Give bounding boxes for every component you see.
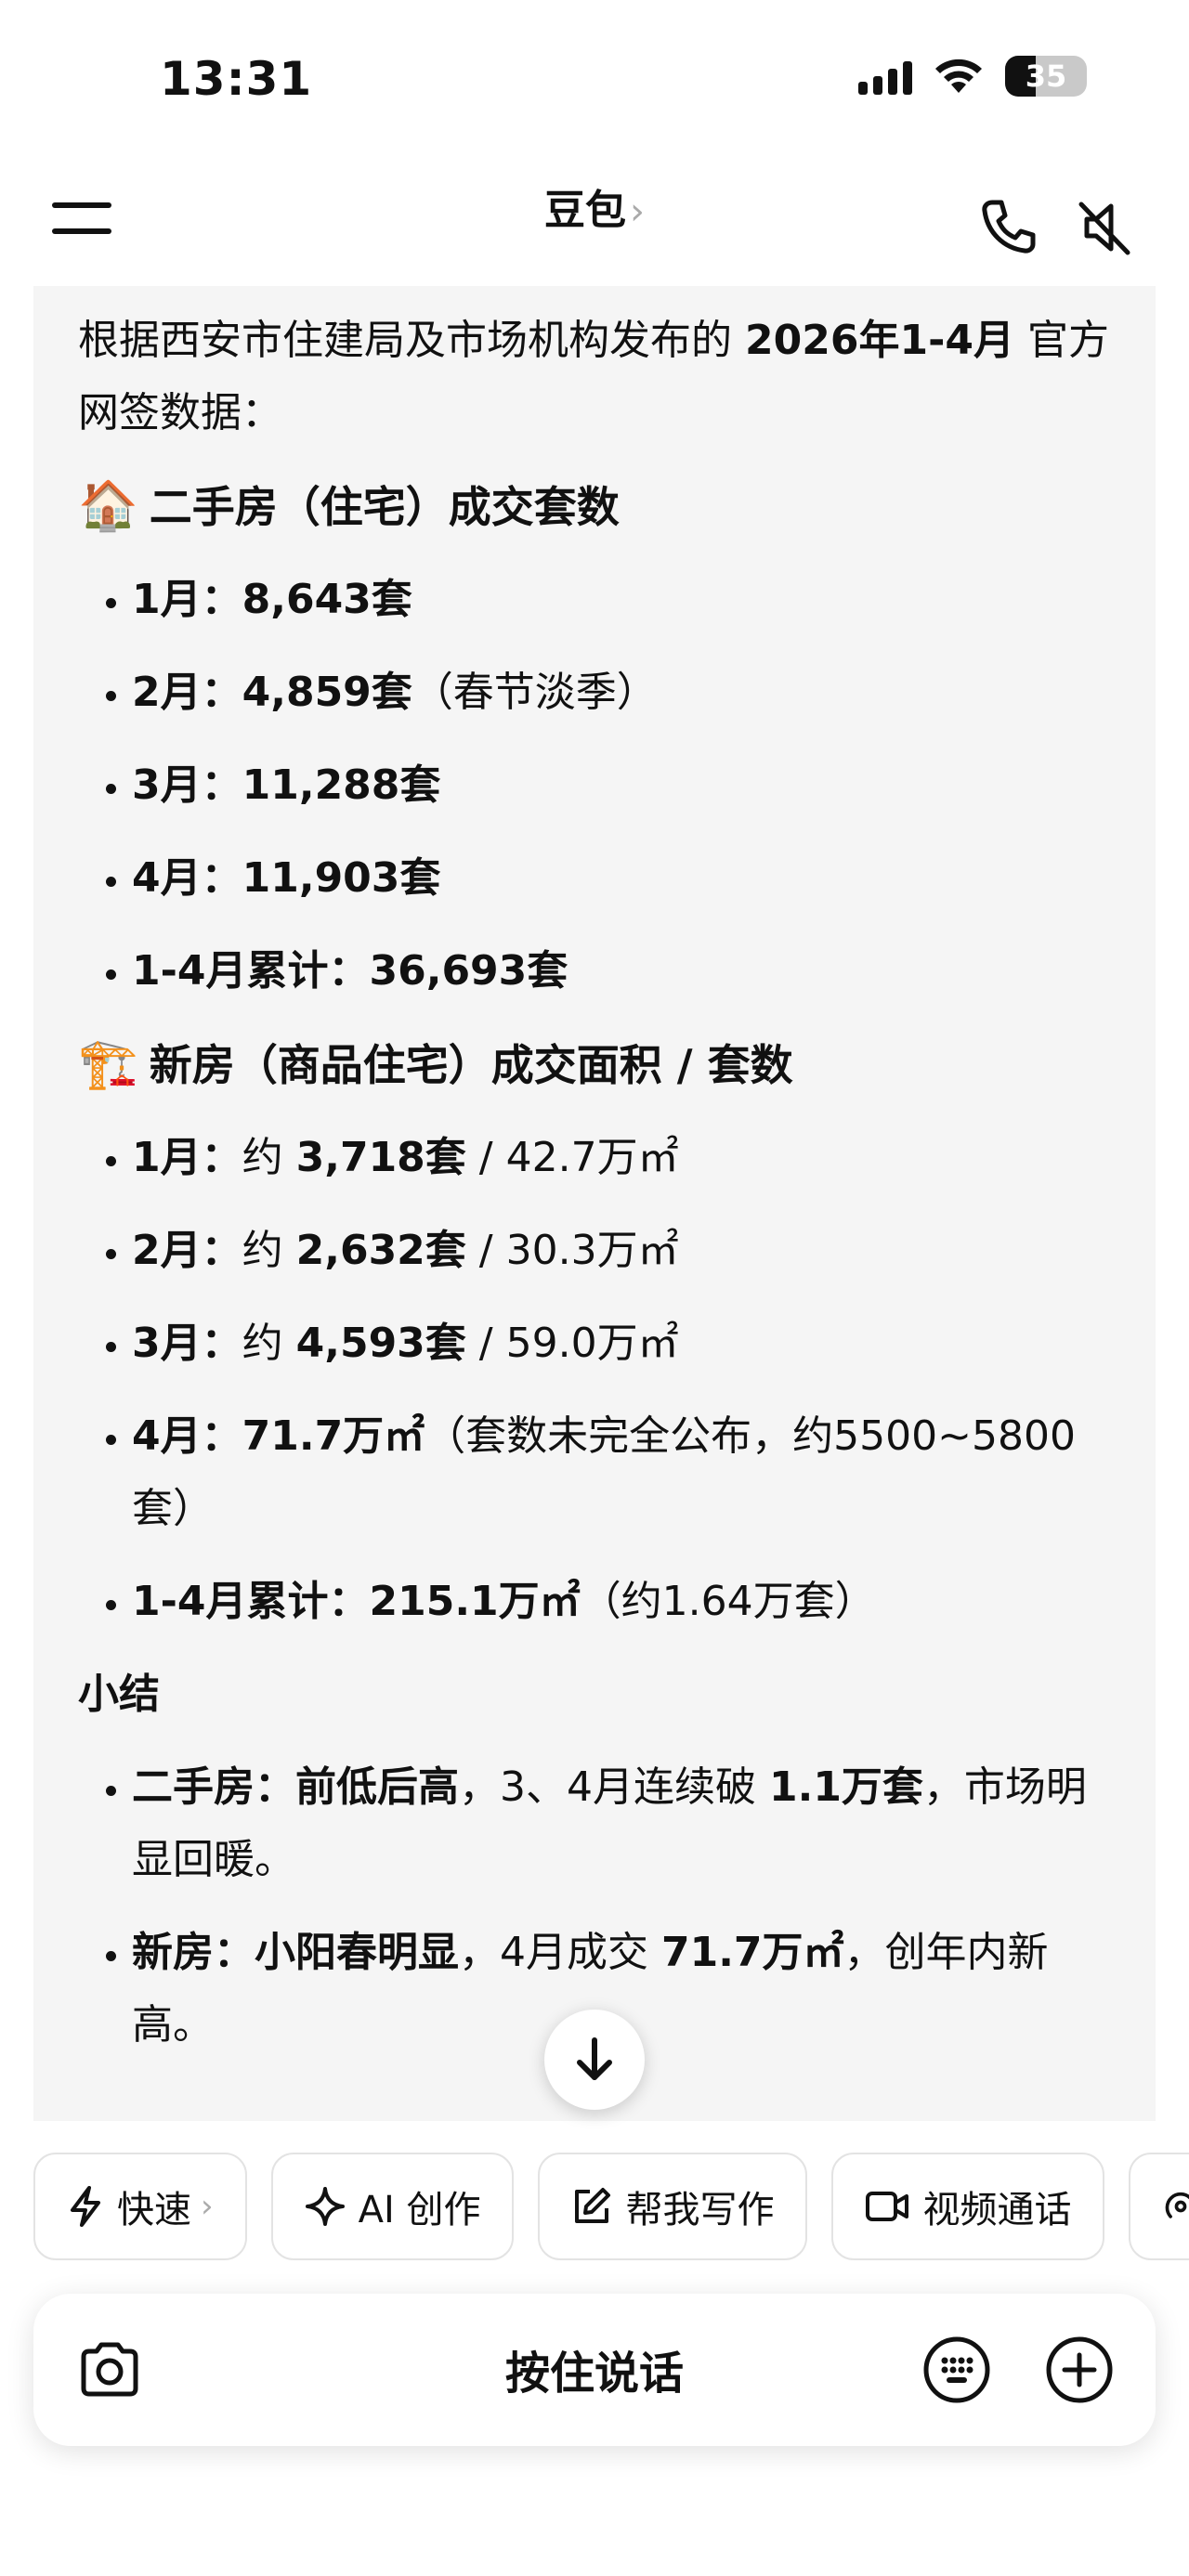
section-title: 新房（商品住宅）成交面积 / 套数 — [149, 1040, 793, 1090]
chip-label: AI 创作 — [358, 2189, 481, 2231]
battery-level: 35 — [1025, 59, 1067, 94]
list-item: 3月：11,288套 — [132, 749, 1111, 822]
chip-label: 快速 — [117, 2189, 191, 2231]
assistant-message: 根据西安市住建局及市场机构发布的 2026年1-4月 官方网签数据： 🏠 二手房（… — [33, 286, 1156, 2121]
status-bar: 13:31 35 — [0, 0, 1189, 158]
video-icon — [866, 2192, 909, 2221]
list-item: 1-4月累计：36,693套 — [132, 935, 1111, 1008]
list-item: 3月：约 4,593套 / 59.0万㎡ — [132, 1308, 1111, 1380]
scroll-to-bottom-button[interactable] — [544, 2010, 645, 2110]
arrow-down-icon — [577, 2037, 612, 2080]
battery-icon: 35 — [1005, 56, 1087, 97]
newhouse-list: 1月：约 3,718套 / 42.7万㎡ 2月：约 2,632套 / 30.3万… — [78, 1122, 1111, 1638]
list-item: 1月：约 3,718套 / 42.7万㎡ — [132, 1122, 1111, 1194]
chip-fast-mode[interactable]: 快速 › — [33, 2153, 247, 2260]
chip-chevron-icon: › — [201, 2188, 214, 2225]
intro-text: 根据西安市住建局及市场机构发布的 — [78, 317, 745, 364]
list-item: 1月：8,643套 — [132, 564, 1111, 636]
plus-icon[interactable] — [1044, 2335, 1115, 2405]
chip-more[interactable] — [1129, 2153, 1189, 2260]
status-time: 13:31 — [160, 52, 313, 106]
lightning-icon — [71, 2186, 100, 2227]
assistant-name: 豆包 — [544, 187, 626, 234]
chip-ai-create[interactable]: AI 创作 — [270, 2153, 515, 2260]
cellular-signal-icon — [858, 58, 912, 95]
list-item: 二手房：前低后高，3、4月连续破 1.1万套，市场明显回暖。 — [132, 1751, 1111, 1896]
section-heading-newhouse: 🏗️ 新房（商品住宅）成交面积 / 套数 — [78, 1028, 1111, 1101]
chip-video-call[interactable]: 视频通话 — [831, 2153, 1105, 2260]
input-bar: 按住说话 — [33, 2294, 1156, 2446]
house-emoji-icon: 🏠 — [78, 478, 138, 534]
wifi-icon — [935, 59, 982, 93]
construction-emoji-icon: 🏗️ — [78, 1036, 138, 1092]
sparkle-icon — [305, 2187, 345, 2226]
mute-speaker-icon[interactable] — [1072, 195, 1137, 260]
secondhand-list: 1月：8,643套 2月：4,859套（春节淡季） 3月：11,288套 4月：… — [78, 564, 1111, 1008]
status-icons: 35 — [858, 56, 1087, 97]
app-header: 豆包 › — [0, 158, 1189, 288]
chip-label: 视频通话 — [922, 2189, 1072, 2231]
title-chevron-icon: › — [630, 190, 645, 233]
chip-help-write[interactable]: 帮我写作 — [538, 2153, 808, 2260]
keyboard-icon[interactable] — [921, 2335, 992, 2405]
section-heading-secondhand: 🏠 二手房（住宅）成交套数 — [78, 470, 1111, 543]
list-item: 1-4月累计：215.1万㎡（约1.64万套） — [132, 1566, 1111, 1638]
chip-label: 帮我写作 — [625, 2189, 775, 2231]
broadcast-icon — [1166, 2192, 1189, 2218]
phone-call-icon[interactable] — [975, 195, 1040, 260]
quick-action-chips: 快速 › AI 创作 帮我写作 视频通话 — [33, 2153, 1189, 2260]
edit-icon — [575, 2188, 611, 2223]
summary-heading: 小结 — [78, 1671, 160, 1718]
message-intro: 根据西安市住建局及市场机构发布的 2026年1-4月 官方网签数据： — [78, 305, 1111, 449]
section-title: 二手房（住宅）成交套数 — [149, 482, 620, 532]
list-item: 2月：约 2,632套 / 30.3万㎡ — [132, 1215, 1111, 1287]
list-item: 4月：71.7万㎡（套数未完全公布，约5500~5800套） — [132, 1400, 1111, 1545]
list-item: 2月：4,859套（春节淡季） — [132, 657, 1111, 729]
intro-date-range: 2026年1-4月 — [745, 317, 1014, 364]
list-item: 4月：11,903套 — [132, 842, 1111, 915]
